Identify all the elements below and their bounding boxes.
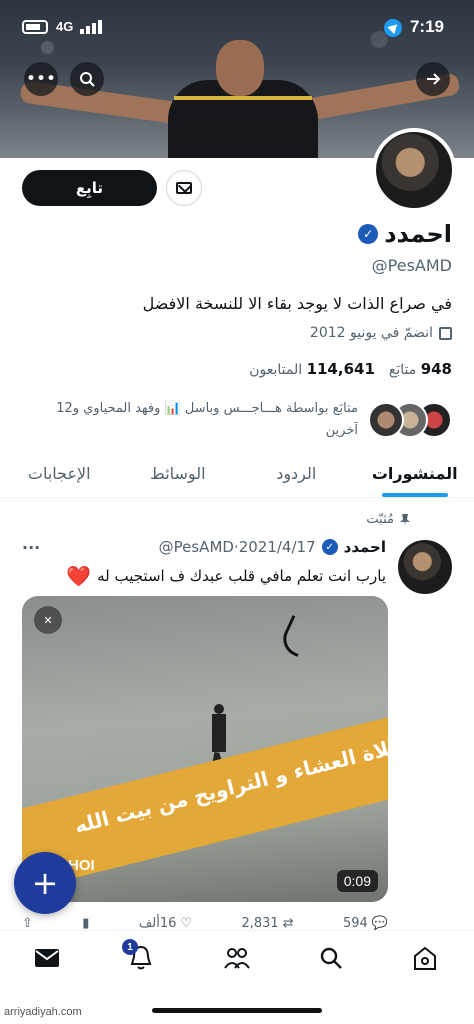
mute-icon[interactable]: ✕ — [34, 606, 62, 634]
message-button[interactable] — [166, 170, 202, 206]
share-icon: ⇧ — [22, 915, 33, 931]
banner-jersey-stripe — [174, 96, 312, 100]
reply-count: 594 — [342, 915, 368, 931]
search-icon — [320, 947, 342, 969]
avatar — [368, 402, 404, 438]
watermark: arriyadiyah.com — [4, 1006, 82, 1018]
more-icon: ••• — [25, 69, 57, 89]
pin-icon — [400, 513, 410, 526]
post-header: احمدد ✓ @PesAMD·2021/4/17 — [159, 538, 386, 556]
followed-by-avatars — [368, 400, 452, 440]
video-banner-text: صلاة العشاء و التراويح من بيت الله — [72, 731, 388, 838]
followed-by[interactable]: متابَع بواسطة هـــاجـــس وباسل 📊 وفهد ال… — [28, 398, 452, 442]
followers-count: 114,641 — [306, 360, 375, 378]
pinned-text: مُثبّت — [366, 512, 394, 527]
home-icon — [414, 946, 436, 970]
profile-name-row: احمدد ✓ — [358, 220, 452, 248]
reply-icon: 💬 — [371, 915, 388, 931]
bar-chart-icon: ▮ — [82, 915, 90, 931]
post-text: يارب انت تعلم مافي قلب عبدك ف استجيب له … — [66, 564, 386, 588]
more-options-button[interactable]: ••• — [24, 62, 58, 96]
like-count: 16ألف — [138, 915, 177, 931]
plus-icon: + — [31, 864, 59, 902]
followers-label: المتابعون — [249, 362, 303, 378]
post-body: يارب انت تعلم مافي قلب عبدك ف استجيب له — [97, 567, 386, 585]
pinned-label: مُثبّت — [366, 512, 410, 527]
compose-button[interactable]: + — [14, 852, 76, 914]
following-count: 948 — [420, 360, 452, 378]
profile-tabs: المنشورات الردود الوسائط الإعجابات — [0, 450, 474, 498]
notification-badge: 1 — [122, 939, 138, 955]
nav-messages[interactable] — [30, 943, 64, 973]
battery-icon — [22, 20, 48, 34]
tab-likes[interactable]: الإعجابات — [0, 450, 119, 497]
envelope-icon — [176, 182, 192, 194]
post-meta: @PesAMD·2021/4/17 — [158, 538, 316, 556]
post-more-button[interactable]: ··· — [22, 538, 40, 557]
post-author-avatar[interactable] — [398, 540, 452, 594]
heart-icon: ♡ — [180, 915, 193, 931]
arrow-right-icon — [427, 73, 441, 85]
follow-button[interactable]: تابِع — [22, 170, 157, 206]
clock: 7:19 — [409, 17, 444, 36]
communities-icon — [224, 948, 250, 969]
profile-name: احمدد — [384, 220, 452, 248]
search-button[interactable] — [70, 62, 104, 96]
post-video[interactable]: صلاة العشاء و التراويح من بيت الله HOI ✕… — [22, 596, 388, 902]
back-button[interactable] — [416, 62, 450, 96]
following-label: متابَع — [388, 362, 417, 378]
search-icon — [80, 72, 95, 87]
joined-date: انضمّ في يونيو 2012 — [310, 325, 452, 341]
tab-replies[interactable]: الردود — [237, 450, 356, 497]
profile-bio: في صراع الذات لا يوجد بقاء الا للنسخة ال… — [142, 294, 452, 313]
video-duration: 0:09 — [336, 870, 378, 892]
envelope-icon — [35, 949, 59, 967]
location-icon — [384, 19, 402, 37]
profile-handle: @PesAMD — [371, 256, 452, 275]
following-stat[interactable]: 948 متابَع — [389, 360, 452, 378]
tab-posts[interactable]: المنشورات — [356, 450, 474, 497]
repost-count: 2,831 — [241, 915, 279, 931]
tab-media[interactable]: الوسائط — [119, 450, 238, 497]
followers-stat[interactable]: 114,641 المتابعون — [249, 360, 375, 378]
signal-icon — [80, 20, 102, 34]
verified-badge-icon[interactable]: ✓ — [358, 224, 379, 244]
status-bar: 4G 7:19 — [0, 0, 474, 56]
profile-avatar[interactable] — [372, 128, 456, 212]
home-indicator — [152, 1008, 322, 1013]
joined-text: انضمّ في يونيو 2012 — [309, 325, 433, 341]
followed-by-text: متابَع بواسطة هـــاجـــس وباسل 📊 وفهد ال… — [56, 401, 358, 438]
drawn-arrow — [277, 615, 313, 657]
follow-stats: 948 متابَع 114,641 المتابعون — [249, 360, 452, 378]
heart-emoji: ❤️ — [66, 564, 92, 588]
calendar-icon — [439, 326, 452, 340]
post-author-name[interactable]: احمدد — [344, 538, 386, 556]
nav-home[interactable] — [408, 943, 442, 973]
verified-badge-icon: ✓ — [321, 539, 338, 555]
nav-search[interactable] — [314, 943, 348, 973]
nav-communities[interactable] — [220, 943, 254, 973]
repost-icon: ⇄ — [282, 915, 294, 931]
nav-notifications[interactable]: 1 — [122, 939, 158, 973]
network-label: 4G — [56, 19, 74, 34]
